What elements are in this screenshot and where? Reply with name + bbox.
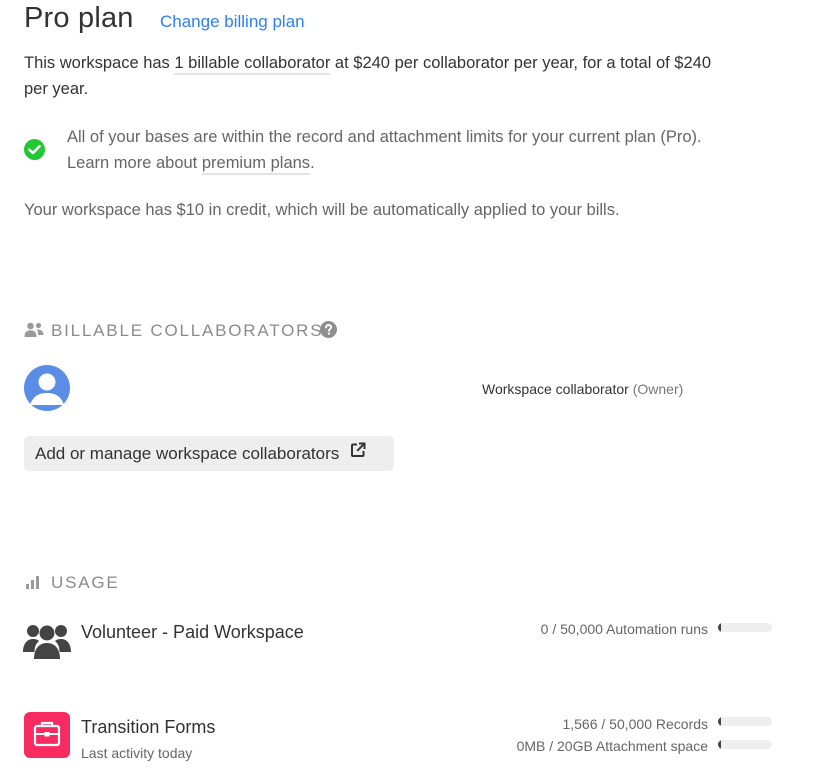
workspace-name: Volunteer - Paid Workspace xyxy=(81,622,304,642)
avatar xyxy=(24,365,70,411)
help-icon[interactable] xyxy=(320,321,337,343)
attachments-bar xyxy=(718,740,772,749)
manage-collaborators-button[interactable]: Add or manage workspace collaborators xyxy=(24,436,394,471)
automation-runs-fill xyxy=(718,623,721,632)
base-name[interactable]: Transition Forms xyxy=(81,717,215,738)
attachments-fill xyxy=(718,740,721,749)
limits-notice: All of your bases are within the record … xyxy=(67,124,797,176)
member-permission: (Owner) xyxy=(632,381,684,397)
credit-text: Your workspace has $10 in credit, which … xyxy=(24,201,620,219)
external-link-icon xyxy=(350,435,366,470)
change-billing-plan-link[interactable]: Change billing plan xyxy=(160,12,305,32)
automation-runs-bar xyxy=(718,623,772,632)
people-icon xyxy=(24,321,44,344)
page-title: Pro plan xyxy=(24,2,134,34)
base-activity: Last activity today xyxy=(81,745,193,761)
billable-collaborators-heading: BILLABLE COLLABORATORS xyxy=(51,321,324,340)
check-circle-icon xyxy=(24,139,45,160)
usage-heading: USAGE xyxy=(51,573,120,592)
attachments-stat: 0MB / 20GB Attachment space xyxy=(516,738,708,754)
workspace-group-icon xyxy=(23,622,71,664)
records-stat: 1,566 / 50,000 Records xyxy=(562,716,708,732)
member-role: Workspace collaborator (Owner) xyxy=(482,381,684,397)
premium-plans-link[interactable]: premium plans xyxy=(201,154,311,175)
billable-collaborators-link[interactable]: 1 billable collaborator xyxy=(174,54,331,75)
bar-chart-icon xyxy=(25,575,41,594)
records-fill xyxy=(718,717,721,726)
billing-summary: This workspace has 1 billable collaborat… xyxy=(24,54,712,98)
automation-runs-stat: 0 / 50,000 Automation runs xyxy=(540,621,708,637)
briefcase-icon[interactable] xyxy=(24,712,70,758)
records-bar xyxy=(718,717,772,726)
